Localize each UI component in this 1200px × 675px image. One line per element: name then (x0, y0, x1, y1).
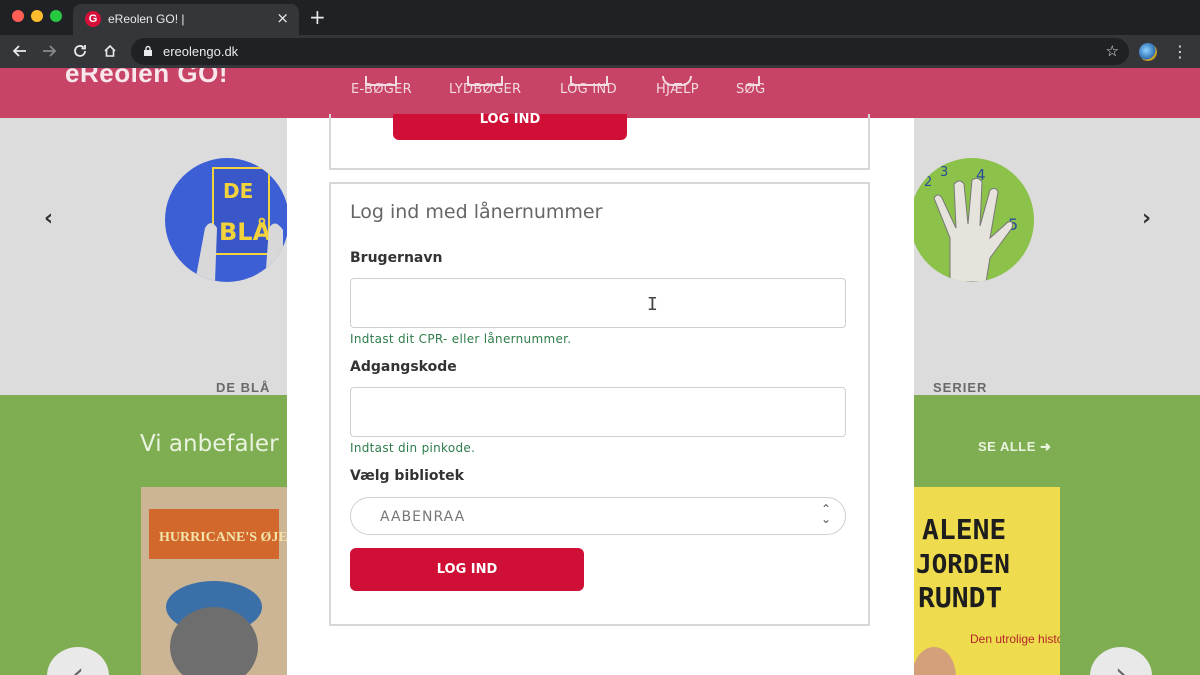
minimize-window-button[interactable] (31, 10, 43, 22)
book-cover[interactable]: HURRICANE'S ØJE (141, 487, 288, 675)
home-button[interactable] (98, 39, 122, 63)
login-button-top[interactable]: LOG IND (393, 113, 627, 140)
library-login-title: Log ind med lånernummer (350, 201, 603, 223)
reload-icon (74, 45, 86, 57)
site-header: eReolen GO! E-BØGER LYDBØGER LOG IND HJÆ… (0, 68, 1200, 118)
recommended-next-button[interactable]: › (1090, 647, 1152, 675)
site-logo[interactable]: eReolen GO! (65, 68, 228, 89)
chevron-up-down-icon: ⌃ ⌄ (820, 502, 831, 526)
page-viewport: eReolen GO! E-BØGER LYDBØGER LOG IND HJÆ… (0, 68, 1200, 675)
browser-tab[interactable]: G eReolen GO! | × (73, 4, 299, 35)
text-cursor-icon: I (647, 294, 658, 315)
password-label: Adgangskode (350, 359, 457, 375)
svg-text:2: 2 (924, 175, 932, 190)
library-label: Vælg bibliotek (350, 468, 464, 484)
nav-audiobooks[interactable]: LYDBØGER (449, 76, 521, 97)
book-cover[interactable]: ALENE JORDEN RUNDT Den utrolige historie… (912, 487, 1097, 675)
carousel-prev-button[interactable]: ‹ (44, 206, 53, 231)
book-cover-image: ALENE JORDEN RUNDT Den utrolige historie… (912, 487, 1097, 675)
close-window-button[interactable] (12, 10, 24, 22)
favicon-icon: G (85, 11, 101, 27)
nav-search[interactable]: SØG (736, 76, 765, 97)
reload-button[interactable] (68, 39, 92, 63)
extension-globe-icon[interactable] (1139, 43, 1157, 61)
de-blaa-cover-image: DE BLÅ (195, 167, 283, 282)
tab-close-icon[interactable]: × (276, 10, 289, 26)
recommended-title: Vi anbefaler (140, 431, 279, 457)
password-input[interactable] (350, 387, 846, 437)
book-subtitle: Den utrolige historie om (970, 632, 1060, 646)
svg-text:3: 3 (940, 165, 948, 180)
svg-text:JORDEN: JORDEN (916, 550, 1010, 580)
login-modal: LOG IND Log ind med lånernummer Brugerna… (287, 113, 914, 675)
browser-menu-icon[interactable]: ⋮ (1172, 42, 1188, 62)
username-hint: Indtast dit CPR- eller lånernummer. (350, 332, 572, 346)
nav-ebooks[interactable]: E-BØGER (351, 76, 412, 97)
category-image-serier[interactable]: 2 3 4 5 (910, 158, 1034, 282)
forward-button[interactable] (37, 39, 61, 63)
serier-hand-image: 2 3 4 5 (924, 165, 1018, 282)
book-cover-title: HURRICANE'S ØJE (159, 530, 287, 545)
address-bar[interactable]: ereolengo.dk ☆ (131, 38, 1129, 65)
nav-help[interactable]: HJÆLP (656, 76, 699, 97)
login-box-top: LOG IND (329, 113, 870, 170)
search-icon (746, 76, 760, 86)
login-icon (570, 76, 608, 86)
library-selected-value: AABENRAA (380, 509, 466, 525)
home-icon (104, 44, 116, 57)
carousel-next-button[interactable]: › (1142, 206, 1151, 231)
new-tab-button[interactable]: + (309, 6, 326, 28)
login-submit-button[interactable]: LOG IND (350, 548, 584, 591)
tab-title: eReolen GO! | (108, 12, 185, 26)
headphones-icon (467, 76, 503, 86)
bookmark-star-icon[interactable]: ☆ (1106, 42, 1119, 60)
category-image-de-blaa[interactable]: DE BLÅ (165, 158, 289, 282)
arrow-left-icon (13, 45, 26, 57)
lock-icon (144, 45, 152, 56)
url-text: ereolengo.dk (163, 44, 239, 59)
category-label-de-blaa[interactable]: DE BLÅ (216, 380, 270, 395)
arrow-right-icon (43, 45, 56, 57)
svg-text:ALENE: ALENE (922, 513, 1006, 546)
ebook-icon (365, 76, 397, 86)
browser-toolbar: ereolengo.dk ☆ (0, 35, 1200, 68)
back-button[interactable] (8, 39, 32, 63)
svg-text:DE: DE (223, 179, 253, 203)
browser-tab-bar: G eReolen GO! | × + (0, 0, 1200, 35)
svg-text:BLÅ: BLÅ (219, 217, 272, 246)
password-hint: Indtast din pinkode. (350, 441, 476, 455)
book-cover-image: HURRICANE'S ØJE (141, 487, 288, 675)
library-select[interactable]: AABENRAA ⌃ ⌄ (350, 497, 846, 535)
username-label: Brugernavn (350, 250, 443, 266)
username-input[interactable]: I (350, 278, 846, 328)
nav-login[interactable]: LOG IND (560, 76, 617, 97)
see-all-link[interactable]: SE ALLE ➜ (978, 439, 1051, 455)
library-login-box: Log ind med lånernummer Brugernavn I Ind… (329, 182, 870, 626)
maximize-window-button[interactable] (50, 10, 62, 22)
svg-text:RUNDT: RUNDT (918, 581, 1002, 614)
recommended-prev-button[interactable]: ‹ (47, 647, 109, 675)
category-label-serier[interactable]: SERIER (933, 380, 987, 395)
